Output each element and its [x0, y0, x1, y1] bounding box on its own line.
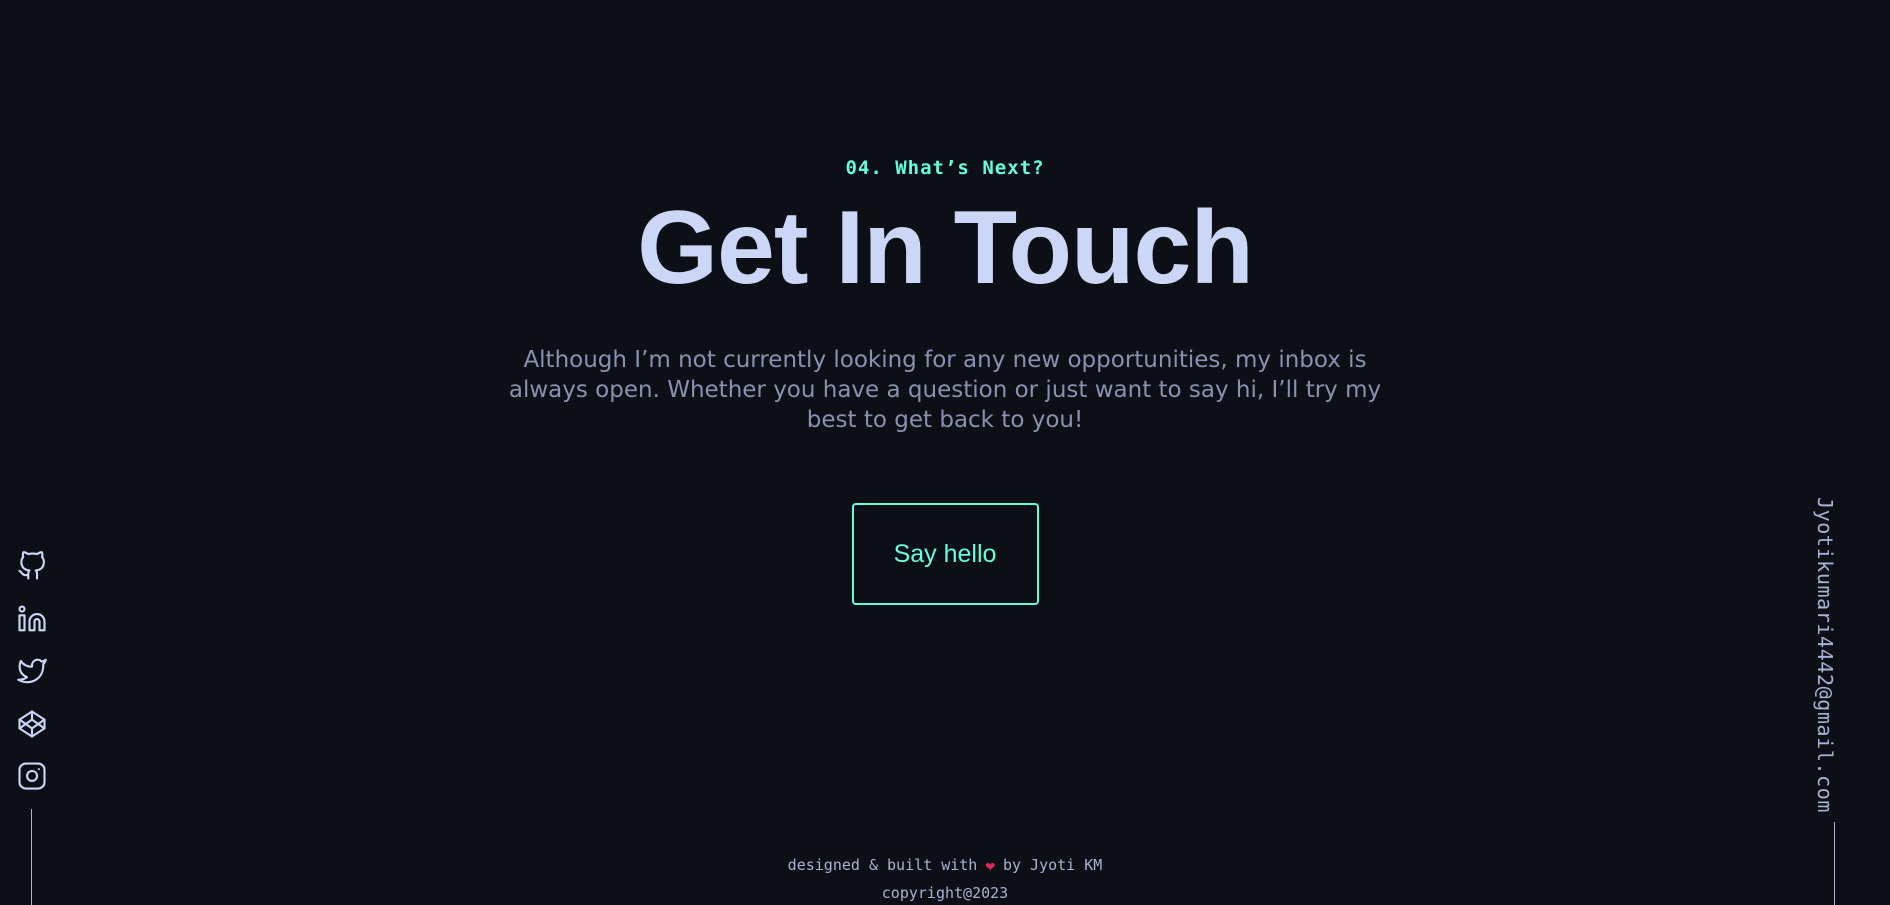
social-links — [14, 548, 50, 811]
footer-credit-prefix: designed & built with — [787, 856, 978, 874]
section-overline: 04. What’s Next? — [845, 157, 1045, 179]
heart-icon: ❤ — [985, 855, 995, 875]
github-icon[interactable] — [14, 548, 50, 584]
contact-section: 04. What’s Next? Get In Touch Although I… — [0, 0, 1890, 606]
footer-credit-author: by Jyoti KM — [1002, 856, 1103, 874]
codepen-icon[interactable] — [14, 706, 50, 742]
footer-credit: designed & built with ❤ by Jyoti KM — [0, 855, 1890, 875]
linkedin-icon[interactable] — [14, 601, 50, 637]
instagram-icon[interactable] — [14, 758, 50, 794]
say-hello-button[interactable]: Say hello — [851, 503, 1039, 606]
contact-blurb: Although I’m not currently looking for a… — [508, 347, 1382, 434]
page: 04. What’s Next? Get In Touch Although I… — [0, 0, 1890, 905]
footer: designed & built with ❤ by Jyoti KM copy… — [0, 855, 1890, 903]
footer-copyright: copyright@2023 — [881, 884, 1009, 902]
section-title: Get In Touch — [637, 190, 1254, 306]
twitter-icon[interactable] — [14, 653, 50, 689]
email-link[interactable]: Jyotikumari4442@gmail.com — [1813, 497, 1837, 813]
